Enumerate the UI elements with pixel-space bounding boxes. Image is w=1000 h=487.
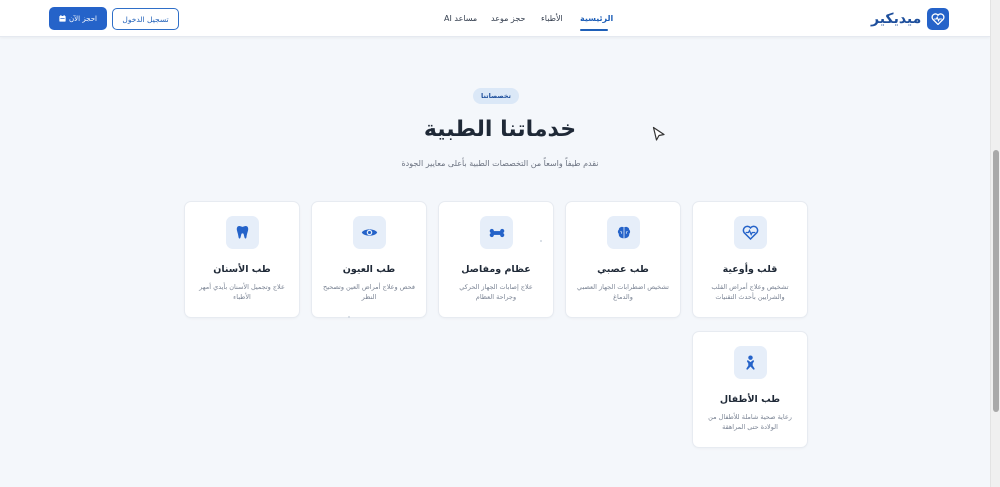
section-badge: تخصصاتنا <box>473 88 519 104</box>
mouse-cursor-icon <box>652 126 665 141</box>
bone-icon <box>480 216 513 249</box>
top-navbar: ميديكير الرئيسية الأطباء حجز موعد مساعد … <box>0 0 990 37</box>
service-card-ophthalmology[interactable]: طب العيون فحص وعلاج أمراض العين وتصحيح ا… <box>311 201 427 318</box>
service-card-cardiology[interactable]: قلب وأوعية تشخيص وعلاج أمراض القلب والشر… <box>692 201 808 318</box>
nav-item-ai-assistant[interactable]: مساعد AI <box>444 14 477 23</box>
book-now-button[interactable]: احجز الآن <box>49 7 107 30</box>
main-nav: الرئيسية الأطباء حجز موعد مساعد AI <box>440 0 615 37</box>
service-card-neurology[interactable]: طب عصبي تشخيص اضطرابات الجهاز العصبي وال… <box>565 201 681 318</box>
service-card-pediatrics[interactable]: طب الأطفال رعاية صحية شاملة للأطفال من ا… <box>692 331 808 448</box>
card-description: تشخيص اضطرابات الجهاز العصبي والدماغ <box>577 283 669 301</box>
book-label: احجز الآن <box>69 14 97 23</box>
decorative-dot <box>540 240 542 242</box>
page-scrollbar[interactable] <box>990 0 1000 487</box>
nav-item-home[interactable]: الرئيسية <box>580 14 613 23</box>
tooth-icon <box>226 216 259 249</box>
card-title: عظام ومفاصل <box>461 264 531 275</box>
eye-icon <box>353 216 386 249</box>
card-description: رعاية صحية شاملة للأطفال من الولادة حتى … <box>708 413 792 431</box>
card-title: طب الأطفال <box>719 394 781 405</box>
heart-pulse-icon <box>734 216 767 249</box>
card-description: فحص وعلاج أمراض العين وتصحيح النظر <box>323 283 415 301</box>
nav-item-doctors[interactable]: الأطباء <box>541 14 563 23</box>
brand-logo[interactable]: ميديكير <box>871 8 950 30</box>
calendar-icon <box>59 15 66 22</box>
card-title: طب الأسنان <box>213 264 271 275</box>
service-card-orthopedics[interactable]: عظام ومفاصل علاج إصابات الجهاز الحركي وج… <box>438 201 554 318</box>
section-subtitle: نقدم طيفاً واسعاً من التخصصات الطبية بأع… <box>401 159 599 168</box>
decorative-dot <box>348 316 350 318</box>
card-title: طب العيون <box>342 264 396 275</box>
scrollbar-thumb[interactable] <box>993 150 999 412</box>
heart-pulse-logo-icon <box>927 8 950 30</box>
baby-icon <box>734 346 767 379</box>
nav-active-underline <box>580 29 608 31</box>
card-title: طب عصبي <box>597 264 649 275</box>
card-description: علاج إصابات الجهاز الحركي وجراحة العظام <box>459 283 533 301</box>
section-title: خدماتنا الطبية <box>423 117 577 142</box>
card-title: قلب وأوعية <box>722 264 778 275</box>
card-description: تشخيص وعلاج أمراض القلب والشرايين بأحدث … <box>711 283 789 301</box>
brain-icon <box>607 216 640 249</box>
brand-name: ميديكير <box>871 11 922 27</box>
card-description: علاج وتجميل الأسنان بأيدي أمهر الأطباء <box>199 283 285 301</box>
login-button[interactable]: تسجيل الدخول <box>112 8 179 30</box>
nav-item-booking[interactable]: حجز موعد <box>491 14 525 23</box>
service-card-dentistry[interactable]: طب الأسنان علاج وتجميل الأسنان بأيدي أمه… <box>184 201 300 318</box>
